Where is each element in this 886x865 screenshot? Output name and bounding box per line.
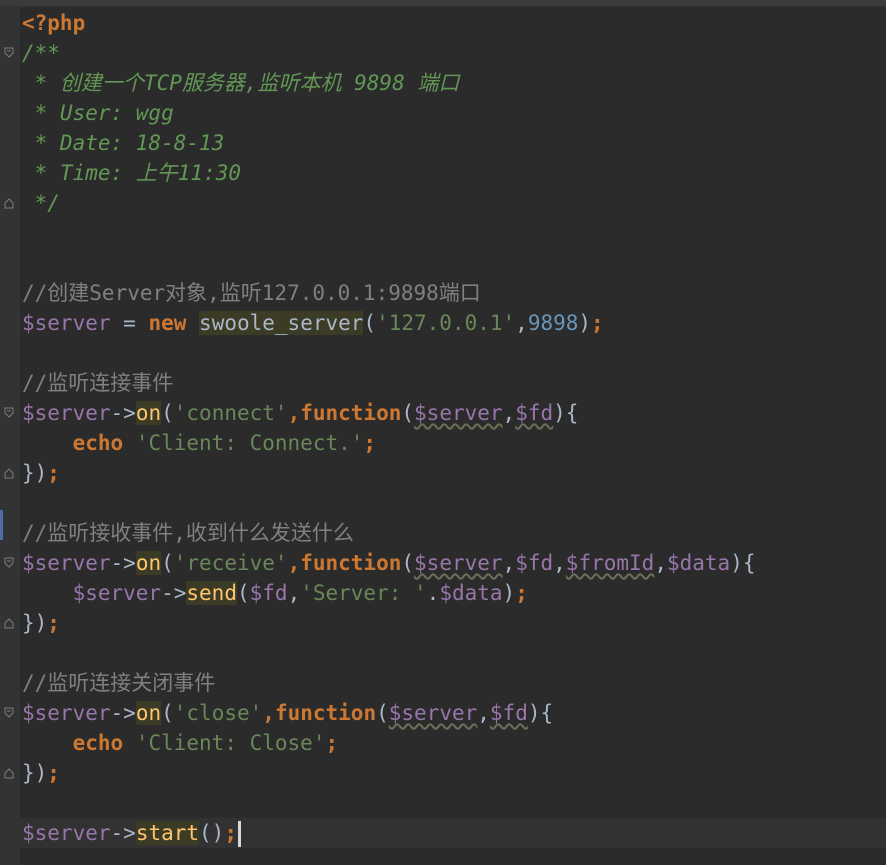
code-line: * 创建一个TCP服务器,监听本机 9898 端口: [22, 71, 460, 95]
code-line: $server->on('connect',function($server,$…: [0, 398, 886, 428]
code-line: });: [0, 608, 886, 638]
code-line: $server->send($fd,'Server: '.$data);: [72, 581, 528, 605]
code-editor[interactable]: <?php /** * 创建一个TCP服务器,监听本机 9898 端口 * Us…: [0, 8, 886, 848]
code-line: $server->on('close',function($server,$fd…: [0, 698, 886, 728]
code-line: $server->on('receive',function($server,$…: [0, 548, 886, 578]
code-line: <?php: [22, 11, 86, 35]
editor-tab-bar-edge: [0, 0, 886, 7]
code-line: $server = new swoole_server('127.0.0.1',…: [22, 311, 604, 335]
fold-close-icon[interactable]: [4, 767, 14, 779]
code-line: * User: wgg: [22, 101, 174, 125]
fold-open-icon[interactable]: [4, 47, 14, 59]
fold-close-icon[interactable]: [4, 467, 14, 479]
code-line: * Time: 上午11:30: [22, 161, 242, 185]
code-line: * Date: 18-8-13: [22, 131, 225, 155]
code-line: echo 'Client: Connect.';: [72, 431, 377, 455]
code-line: */: [0, 188, 886, 218]
code-line: /**: [0, 38, 886, 68]
fold-open-icon[interactable]: [4, 707, 14, 719]
code-line: });: [0, 758, 886, 788]
fold-close-icon[interactable]: [4, 197, 14, 209]
code-line: //创建Server对象,监听127.0.0.1:9898端口: [22, 281, 481, 305]
code-line-current: $server->start();: [0, 818, 886, 848]
code-line: echo 'Client: Close';: [72, 731, 339, 755]
fold-open-icon[interactable]: [4, 407, 14, 419]
fold-open-icon[interactable]: [4, 557, 14, 569]
fold-close-icon[interactable]: [4, 617, 14, 629]
code-line: });: [0, 458, 886, 488]
text-caret: [237, 821, 241, 847]
code-line: //监听接收事件,收到什么发送什么: [22, 521, 354, 545]
code-line: //监听连接事件: [22, 371, 174, 395]
code-line: //监听连接关闭事件: [22, 671, 216, 695]
